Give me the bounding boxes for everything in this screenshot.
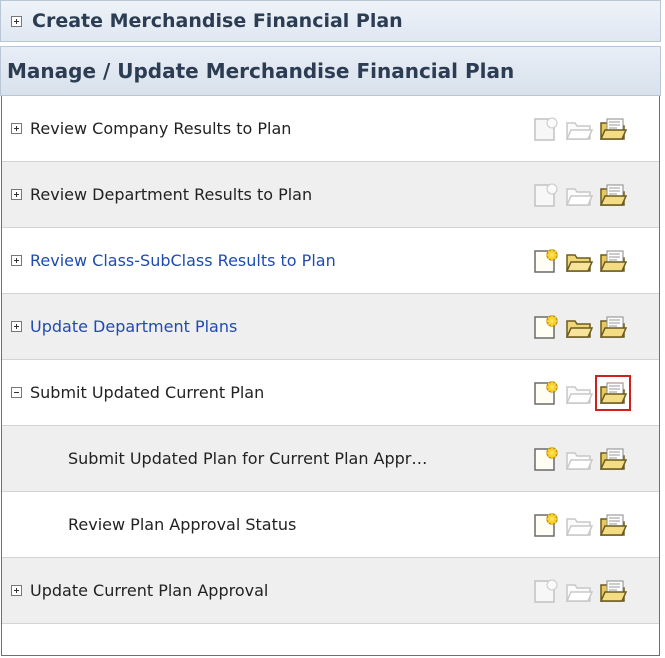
open-existing-folder-icon[interactable] (595, 374, 631, 411)
task-row[interactable]: Review Plan Approval Status (2, 492, 659, 558)
collapse-icon[interactable] (11, 387, 22, 398)
new-document-icon[interactable] (530, 510, 560, 540)
task-label[interactable]: Update Department Plans (30, 317, 237, 336)
expand-icon[interactable] (11, 321, 22, 332)
expand-icon[interactable] (11, 585, 22, 596)
task-actions (530, 558, 632, 623)
new-document-icon[interactable] (530, 378, 560, 408)
new-document-icon (530, 114, 560, 144)
open-folder-icon (564, 378, 594, 408)
open-existing-folder-icon[interactable] (598, 510, 628, 540)
new-document-icon[interactable] (530, 444, 560, 474)
open-folder-icon[interactable] (564, 312, 594, 342)
task-label: Review Plan Approval Status (68, 515, 297, 534)
expand-icon[interactable] (11, 189, 22, 200)
task-row[interactable]: Review Class-SubClass Results to Plan (2, 228, 659, 294)
task-actions (530, 294, 632, 359)
create-plan-section-header[interactable]: Create Merchandise Financial Plan (0, 0, 661, 42)
open-existing-folder-icon[interactable] (598, 246, 628, 276)
task-row[interactable]: Submit Updated Plan for Current Plan App… (2, 426, 659, 492)
open-existing-folder-icon[interactable] (598, 312, 628, 342)
task-row[interactable]: Review Company Results to Plan (2, 96, 659, 162)
create-plan-title: Create Merchandise Financial Plan (32, 10, 403, 32)
task-actions (530, 360, 632, 425)
task-actions (530, 96, 632, 161)
task-label: Submit Updated Plan for Current Plan App… (68, 449, 428, 468)
new-document-icon (530, 180, 560, 210)
task-panel: Create Merchandise Financial Plan Manage… (0, 0, 665, 658)
new-document-icon[interactable] (530, 246, 560, 276)
task-label: Review Company Results to Plan (30, 119, 292, 138)
open-folder-icon (564, 114, 594, 144)
new-document-icon[interactable] (530, 312, 560, 342)
open-existing-folder-icon[interactable] (598, 180, 628, 210)
task-actions (530, 228, 632, 293)
open-folder-icon[interactable] (564, 246, 594, 276)
task-row[interactable]: Review Department Results to Plan (2, 162, 659, 228)
task-list: Review Company Results to Plan Review Dep… (1, 96, 660, 656)
task-label: Update Current Plan Approval (30, 581, 269, 600)
manage-plan-title: Manage / Update Merchandise Financial Pl… (7, 59, 515, 83)
task-label[interactable]: Review Class-SubClass Results to Plan (30, 251, 336, 270)
task-label: Submit Updated Current Plan (30, 383, 265, 402)
open-existing-folder-icon[interactable] (598, 444, 628, 474)
new-document-icon (530, 576, 560, 606)
manage-plan-section-header[interactable]: Manage / Update Merchandise Financial Pl… (0, 46, 661, 96)
task-actions (530, 492, 632, 557)
task-row[interactable]: Submit Updated Current Plan (2, 360, 659, 426)
task-actions (530, 426, 632, 491)
open-existing-folder-icon[interactable] (598, 114, 628, 144)
open-existing-folder-icon[interactable] (598, 576, 628, 606)
open-folder-icon (564, 444, 594, 474)
task-row[interactable]: Update Current Plan Approval (2, 558, 659, 624)
expand-icon[interactable] (11, 255, 22, 266)
open-folder-icon (564, 576, 594, 606)
task-label: Review Department Results to Plan (30, 185, 313, 204)
expand-icon[interactable] (11, 15, 22, 27)
task-actions (530, 162, 632, 227)
open-folder-icon (564, 180, 594, 210)
expand-icon[interactable] (11, 123, 22, 134)
open-folder-icon (564, 510, 594, 540)
task-row[interactable]: Update Department Plans (2, 294, 659, 360)
